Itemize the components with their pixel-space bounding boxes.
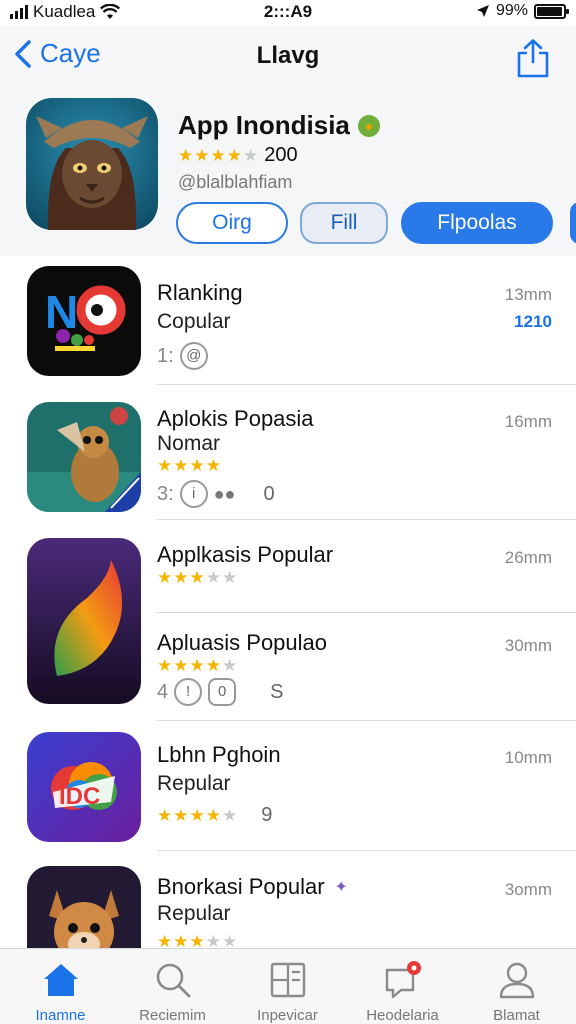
updates-icon — [385, 961, 421, 999]
search-icon — [156, 963, 190, 998]
battery-icon — [534, 3, 569, 19]
app-time: 3omm — [504, 880, 552, 899]
rating-stars: ★ ★ ★ ★ ★ — [157, 568, 238, 587]
app-time: 30mm — [504, 636, 552, 655]
share-button[interactable] — [516, 38, 550, 83]
tab-search[interactable]: Reciemim — [115, 959, 230, 1024]
app-rating: ★ ★ ★ ★ — [157, 456, 221, 476]
featured-rating: ★ ★ ★ ★ ★ 200 — [178, 144, 298, 167]
app-badge: 1210 — [514, 312, 552, 331]
meta-count: 3: — [157, 482, 174, 505]
tab-label: Reciemim — [139, 1007, 206, 1024]
app-icon: IDC — [27, 732, 141, 842]
app-rating: ★ ★ ★ ★ ★ — [157, 932, 237, 948]
list-divider — [157, 519, 576, 520]
rating-count: 200 — [264, 144, 298, 166]
home-icon — [43, 964, 78, 996]
tab-label: Inpevicar — [257, 1007, 318, 1024]
app-title: Lbhn Pghoin — [157, 742, 281, 767]
list-item[interactable]: Aplokis Popasia Nomar 16mm ★ ★ ★ ★ 3: i ●● … — [0, 402, 576, 520]
app-rating: ★ ★ ★ ★ ★ — [157, 656, 237, 676]
rating-stars: ★ ★ ★ ★ ★ — [157, 805, 238, 825]
tab-apps[interactable]: Inpevicar — [230, 959, 345, 1024]
rating-stars: ★ ★ ★ ★ ★ — [178, 145, 259, 165]
app-rating: ★ ★ ★ ★ ★ 9 — [157, 804, 272, 827]
app-title: Apluasis Populao — [157, 630, 328, 655]
battery-percent: 99% — [495, 2, 528, 19]
list-divider — [157, 384, 576, 385]
list-item-text: Applkasis Popular 26mm ★ ★ ★ ★ ★ — [0, 538, 576, 618]
list-divider — [157, 612, 576, 613]
meta-extra: 0 — [263, 482, 275, 505]
chat-icon: ●● — [213, 483, 236, 504]
app-time: 16mm — [504, 412, 552, 431]
app-title: Aplokis Popasia — [157, 406, 314, 431]
meta-count: 1: — [157, 344, 174, 367]
list-item[interactable]: N Rlanking Copular 13mm 1210 1: @ — [0, 266, 576, 384]
apps-icon — [270, 962, 305, 998]
page-title: Llavg — [256, 42, 320, 69]
meta-extra: 9 — [261, 804, 273, 826]
app-subtitle: Repular — [157, 902, 231, 925]
app-title: Bnorkasi Popular — [157, 874, 325, 899]
tab-account[interactable]: Blamat — [459, 959, 574, 1024]
rating-stars: ★ ★ ★ ★ ★ — [157, 932, 238, 948]
verified-badge-icon: ● — [357, 114, 380, 137]
account-icon — [499, 962, 534, 999]
app-subtitle: Copular — [157, 310, 231, 333]
featured-app-icon — [26, 98, 158, 230]
status-right: 99% — [476, 2, 569, 20]
sparkle-icon: ✦ — [334, 879, 348, 896]
chip-more[interactable] — [570, 202, 576, 244]
tab-label: Inamne — [35, 1007, 86, 1024]
app-icon: N — [27, 266, 141, 376]
tab-label: Heodelaria — [366, 1007, 439, 1024]
app-title: Rlanking — [157, 280, 243, 305]
meta-extra: S — [270, 680, 284, 703]
share-icon — [517, 39, 549, 78]
rating-stars: ★ ★ ★ ★ — [157, 456, 221, 475]
app-meta: 3: i ●● 0 — [157, 480, 275, 508]
tab-label: Blamat — [493, 1007, 540, 1024]
chip-fill[interactable]: Fill — [300, 202, 388, 244]
info-icon: @ — [179, 342, 208, 370]
featured-app-name: App Inondisia — [178, 110, 350, 140]
chip-flpoolas[interactable]: Flpoolas — [401, 202, 553, 244]
info-icon: i — [179, 480, 208, 508]
location-arrow-icon — [476, 5, 489, 17]
app-time: 10mm — [504, 748, 552, 767]
tab-updates[interactable]: Heodelaria — [345, 959, 460, 1024]
app-icon — [27, 866, 141, 948]
info-icon: ! — [174, 678, 203, 706]
app-title-row: Bnorkasi Popular ✦ — [157, 874, 348, 900]
featured-developer: @blalblahfiam — [178, 172, 293, 192]
status-bar: Kuadlea 2:::A9 99% — [0, 0, 576, 26]
navigation-bar: Caye Llavg — [0, 26, 576, 90]
app-icon — [27, 402, 141, 512]
app-rating: ★ ★ ★ ★ ★ — [157, 568, 237, 588]
app-subtitle: Nomar — [157, 432, 221, 455]
rating-stars: ★ ★ ★ ★ ★ — [157, 656, 238, 675]
app-meta: 1: @ — [157, 342, 208, 370]
tab-home[interactable]: Inamne — [3, 959, 118, 1024]
app-meta: 4 ! 0 S — [157, 678, 283, 706]
list-item[interactable]: Bnorkasi Popular ✦ Repular 3omm ★ ★ ★ ★ ★ — [0, 866, 576, 948]
list-divider — [157, 850, 576, 851]
list-divider — [157, 720, 576, 721]
meta-count: 4 — [157, 680, 169, 703]
list-item[interactable]: IDC Lbhn Pghoin Repular 10mm ★ ★ ★ ★ ★ 9 — [0, 732, 576, 842]
featured-app[interactable]: App Inondisia ● ★ ★ ★ ★ ★ 200 @blalblahfiam … — [0, 90, 576, 256]
app-title: Applkasis Popular — [157, 542, 334, 567]
badge-icon: 0 — [208, 678, 237, 706]
svg-text:IDC: IDC — [59, 783, 100, 810]
app-time: 26mm — [504, 548, 552, 567]
featured-app-title: App Inondisia ● — [178, 110, 380, 141]
chip-oirg[interactable]: Oirg — [176, 202, 288, 244]
list-item-text: Apluasis Populao 30mm ★ ★ ★ ★ ★ 4 ! 0 S — [0, 626, 576, 716]
tab-bar: Inamne Reciemim Inpevicar Heodelaria Bla… — [0, 948, 576, 1024]
app-subtitle: Repular — [157, 772, 231, 795]
app-time: 13mm — [504, 285, 552, 304]
